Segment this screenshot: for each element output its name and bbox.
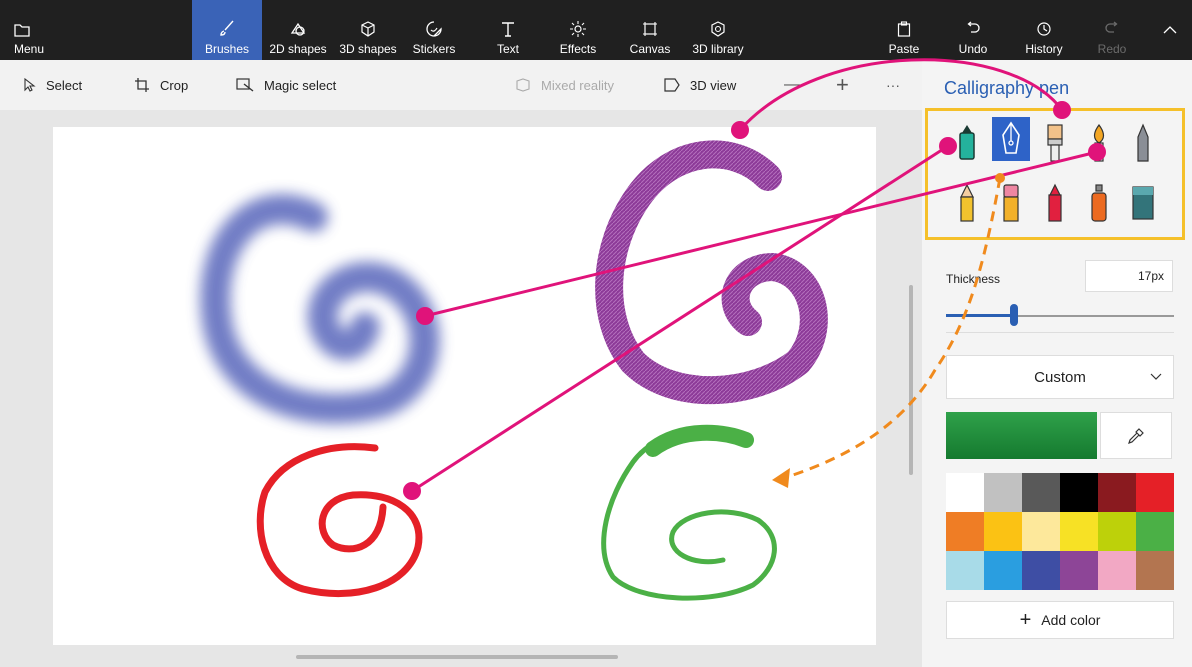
arrowhead [772,468,790,488]
callout-dot [1088,143,1106,161]
callout-line-marker [411,144,949,493]
annotation-overlay [403,58,1106,500]
callout-dot [1053,101,1071,119]
callout-dot [939,137,957,155]
callout-dot [403,482,421,500]
callout-dot [731,121,749,139]
callout-line-oil [738,58,1064,131]
callout-dot-orange [995,173,1005,183]
callout-dashed-arrow [783,177,1002,480]
callout-dot [416,307,434,325]
